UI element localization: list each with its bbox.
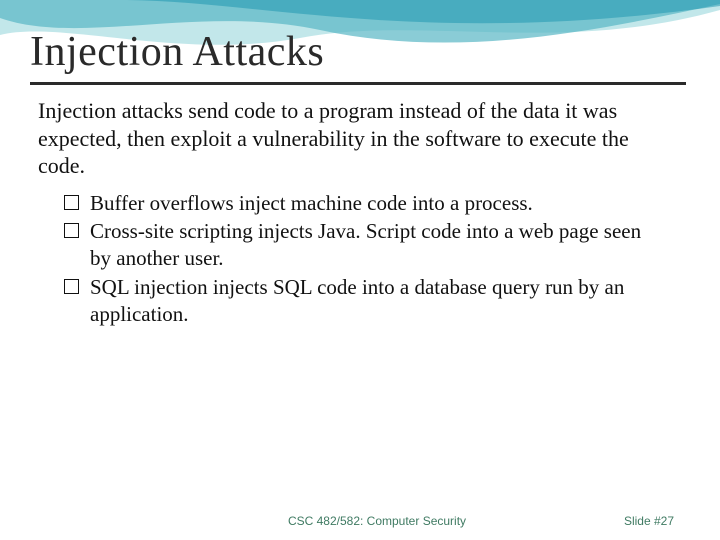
- slide-title: Injection Attacks: [30, 28, 686, 76]
- list-item: Buffer overflows inject machine code int…: [64, 190, 666, 217]
- slide-container: Injection Attacks Injection attacks send…: [0, 0, 720, 540]
- intro-paragraph: Injection attacks send code to a program…: [30, 97, 686, 180]
- title-underline: [30, 82, 686, 85]
- bullet-list: Buffer overflows inject machine code int…: [30, 190, 686, 328]
- list-item: SQL injection injects SQL code into a da…: [64, 274, 666, 328]
- list-item: Cross-site scripting injects Java. Scrip…: [64, 218, 666, 272]
